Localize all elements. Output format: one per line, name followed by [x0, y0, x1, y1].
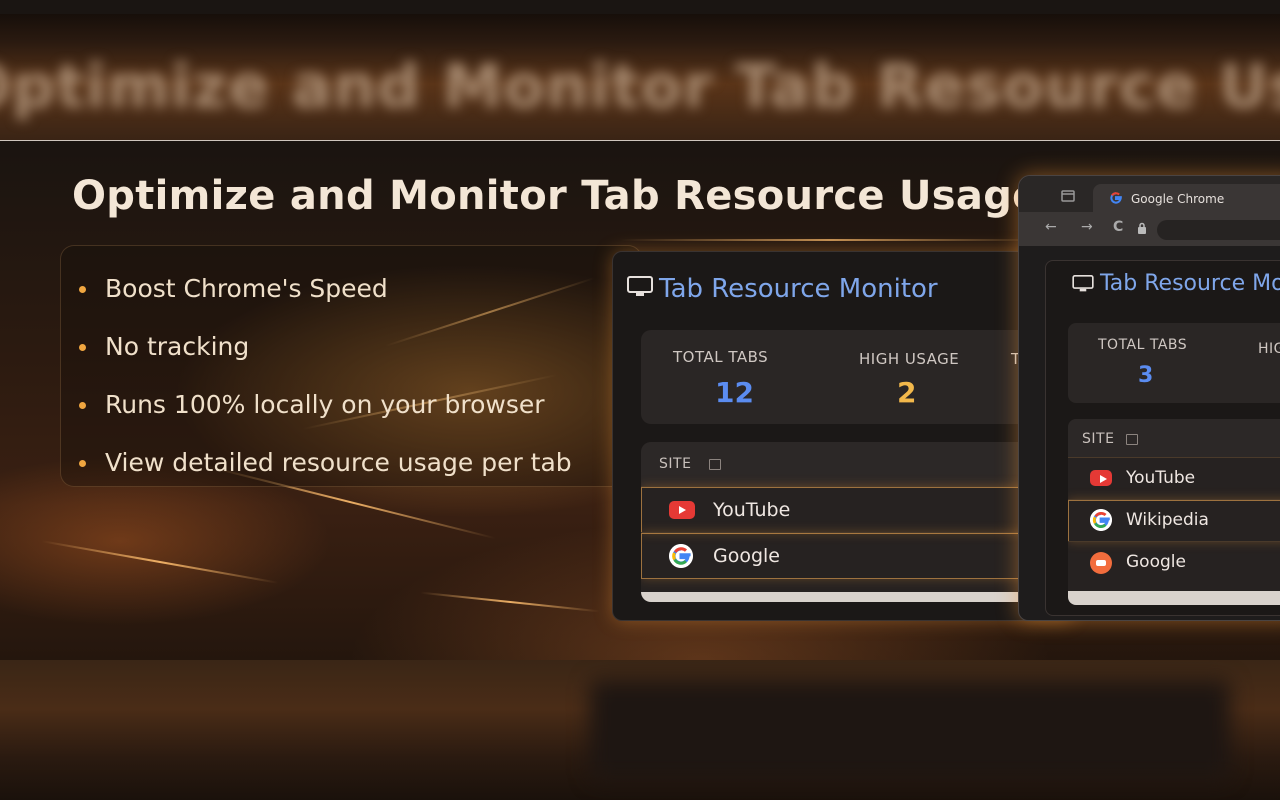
tab-title: Google Chrome [1131, 192, 1225, 206]
google-icon [1110, 192, 1122, 204]
extension-popup-main: Tab Resource Monitor TOTAL TABS 12 HIGH … [612, 251, 1074, 621]
bullet-icon [79, 286, 86, 293]
row-site-name: YouTube [713, 499, 791, 521]
stat-label-high-usage-truncated: HIGH [1258, 341, 1280, 357]
spark-streak [420, 591, 600, 613]
feature-item: Boost Chrome's Speed [61, 266, 641, 324]
feature-item: No tracking [61, 324, 641, 382]
address-bar[interactable] [1157, 220, 1280, 240]
list-footer [1068, 591, 1280, 605]
feature-text: Runs 100% locally on your browser [105, 390, 545, 419]
sort-icon[interactable] [709, 459, 721, 470]
column-header-site: SITE [659, 456, 692, 472]
row-site-name: Google [1126, 552, 1186, 572]
stats-card: TOTAL TABS 12 HIGH USAGE 2 T [641, 330, 1061, 424]
stat-value-total-tabs: 12 [715, 376, 754, 409]
glow-line [620, 239, 1040, 241]
popup-title: Tab Resource Monitor [659, 274, 938, 304]
back-icon[interactable]: ← [1045, 219, 1057, 235]
monitor-icon [1072, 275, 1094, 292]
google-icon [669, 544, 693, 568]
extension-popup-secondary: Tab Resource Mo TOTAL TABS 3 HIGH SITE Y… [1045, 260, 1280, 616]
stat-value-total-tabs: 3 [1138, 363, 1154, 388]
reload-icon[interactable]: C [1113, 219, 1123, 235]
table-row[interactable]: Google [641, 532, 1061, 579]
youtube-icon [669, 501, 695, 519]
sort-icon[interactable] [1126, 434, 1138, 445]
site-list: SITE YouTube Wikipedia Google [1068, 419, 1280, 605]
column-header-site: SITE [1082, 431, 1115, 447]
blurred-backdrop-bottom [0, 660, 1280, 800]
table-row[interactable]: YouTube [1068, 457, 1280, 500]
monitor-icon [627, 276, 653, 296]
blurred-backdrop-top: Optimize and Monitor Tab Resource Usage [0, 0, 1280, 140]
bullet-icon [79, 402, 86, 409]
popup-title: Tab Resource Mo [1100, 271, 1280, 296]
bullet-icon [79, 344, 86, 351]
site-list: SITE YouTube Google [641, 442, 1061, 602]
blurred-title: Optimize and Monitor Tab Resource Usage [0, 52, 1280, 122]
feature-text: Boost Chrome's Speed [105, 274, 388, 303]
lock-icon[interactable] [1137, 222, 1147, 235]
list-header[interactable]: SITE [641, 442, 1061, 486]
list-footer [641, 592, 1061, 602]
google-icon [1090, 552, 1112, 574]
tab-overview-icon[interactable] [1061, 190, 1075, 202]
table-row[interactable]: Google [1068, 541, 1280, 584]
promo-banner: Optimize and Monitor Tab Resource Usage … [0, 140, 1280, 661]
browser-tab[interactable]: Google Chrome × [1093, 184, 1280, 212]
bullet-icon [79, 460, 86, 467]
row-site-name: Wikipedia [1126, 510, 1209, 530]
forward-icon[interactable]: → [1081, 219, 1093, 235]
row-site-name: Google [713, 545, 781, 567]
feature-item: View detailed resource usage per tab [61, 440, 641, 498]
tab-strip: Google Chrome × [1019, 176, 1280, 212]
spark-streak [41, 540, 279, 584]
feature-item: Runs 100% locally on your browser [61, 382, 641, 440]
stat-value-high-usage: 2 [897, 376, 917, 409]
stat-label-total-tabs: TOTAL TABS [1098, 337, 1188, 353]
feature-text: View detailed resource usage per tab [105, 448, 572, 477]
list-header[interactable]: SITE [1068, 419, 1280, 457]
youtube-icon [1090, 470, 1112, 486]
row-site-name: YouTube [1126, 468, 1196, 488]
stat-label-high-usage: HIGH USAGE [859, 350, 960, 368]
table-row[interactable]: Wikipedia [1068, 499, 1280, 542]
browser-toolbar: ← → C [1019, 212, 1280, 246]
blurred-panel-shape [590, 680, 1230, 780]
stat-label-total-tabs: TOTAL TABS [673, 348, 769, 366]
google-icon [1090, 509, 1112, 531]
stats-card: TOTAL TABS 3 HIGH [1068, 323, 1280, 403]
feature-text: No tracking [105, 332, 250, 361]
table-row[interactable]: YouTube [641, 486, 1061, 533]
headline: Optimize and Monitor Tab Resource Usage [72, 173, 1040, 219]
feature-list-card: Boost Chrome's Speed No tracking Runs 10… [60, 245, 642, 487]
browser-window: Google Chrome × ← → C Tab Resource Mo TO… [1018, 175, 1280, 621]
